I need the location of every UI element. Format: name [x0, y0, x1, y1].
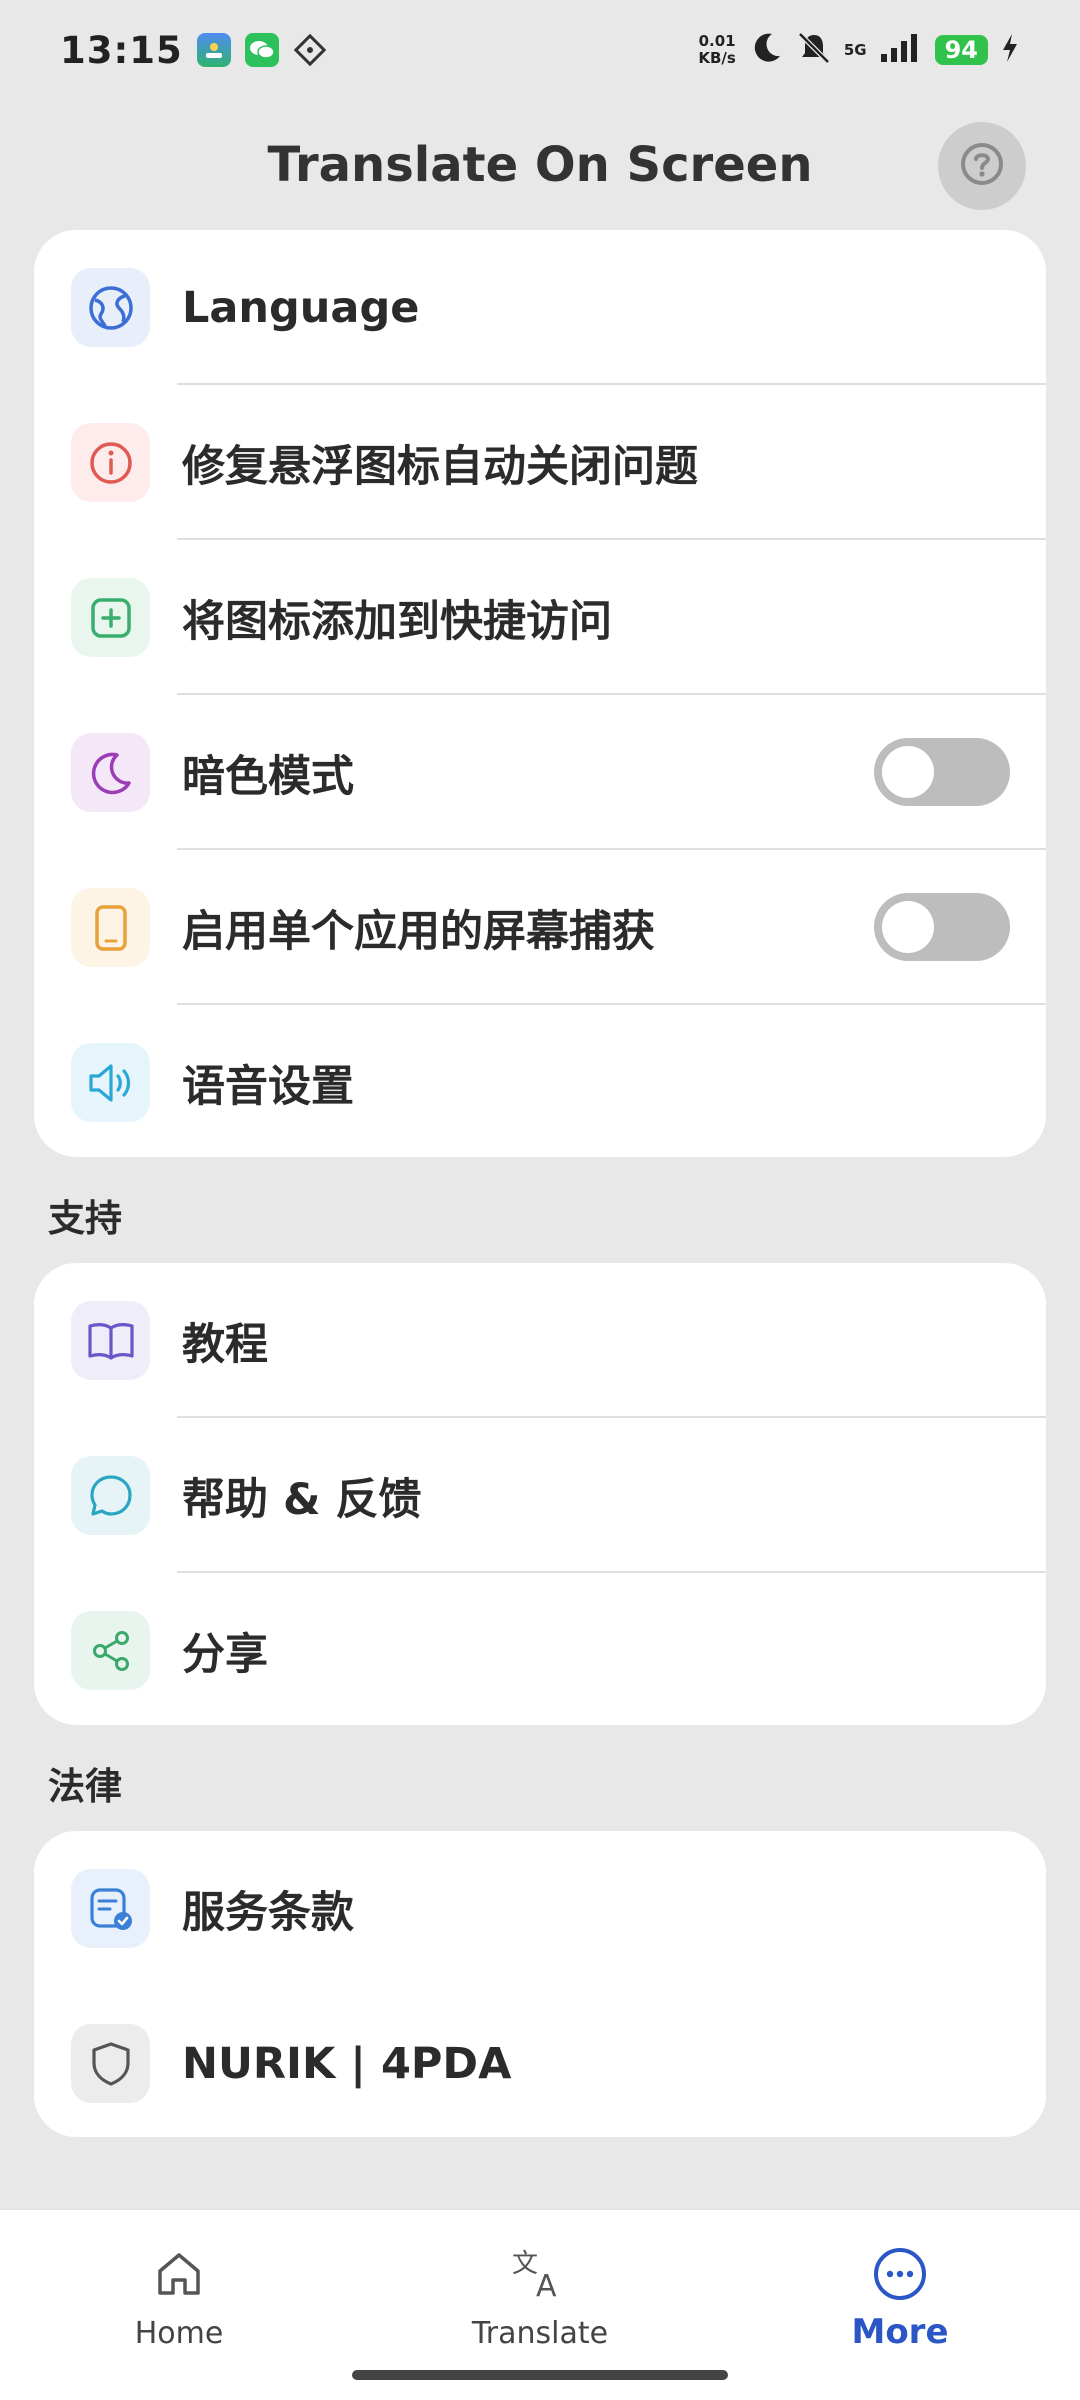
wechat-icon [244, 33, 279, 67]
support-section-title: 支持 [48, 1197, 122, 1240]
single-app-capture-toggle[interactable] [874, 893, 1010, 961]
single-app-capture-item[interactable]: 启用单个应用的屏幕捕获 [34, 850, 1046, 1005]
single-app-capture-label: 启用单个应用的屏幕捕获 [182, 906, 655, 957]
page-title: Translate On Screen [267, 137, 813, 193]
voice-settings-label: 语音设置 [182, 1061, 354, 1112]
language-item[interactable]: Language [34, 230, 1046, 385]
status-bar: 13:15 0.01 KB/s 5G 94 [0, 0, 1080, 100]
settings-card: Language 修复悬浮图标自动关闭问题 将图标添加到快捷访问 暗色模式 启用… [34, 230, 1046, 1157]
tutorial-item[interactable]: 教程 [34, 1263, 1046, 1418]
nav-more-label: More [851, 2312, 949, 2352]
share-icon [71, 1611, 150, 1690]
legal-section-title: 法律 [48, 1765, 122, 1808]
phone-icon [71, 888, 150, 967]
battery-level: 94 [934, 35, 988, 65]
signal-icon [879, 32, 923, 68]
globe-icon [71, 268, 150, 347]
help-button[interactable] [938, 122, 1026, 210]
moon-icon [71, 733, 150, 812]
nav-more[interactable]: More [770, 2210, 1030, 2400]
speaker-icon [71, 1043, 150, 1122]
network-type: 5G [843, 41, 867, 59]
legal-card: 服务条款 NURIK | 4PDA [34, 1831, 1046, 2137]
language-label: Language [182, 282, 420, 333]
svg-text:A: A [536, 2269, 557, 2302]
support-card: 教程 帮助 & 反馈 分享 [34, 1263, 1046, 1725]
add-square-icon [71, 578, 150, 657]
document-check-icon [71, 1869, 150, 1948]
grid-app-icon [293, 33, 327, 67]
share-item[interactable]: 分享 [34, 1573, 1046, 1725]
fix-floating-icon-label: 修复悬浮图标自动关闭问题 [182, 441, 698, 492]
add-shortcut-item[interactable]: 将图标添加到快捷访问 [34, 540, 1046, 695]
shield-icon [71, 2024, 150, 2103]
tutorial-label: 教程 [182, 1319, 268, 1370]
status-time: 13:15 [60, 28, 183, 72]
dark-mode-label: 暗色模式 [182, 751, 354, 802]
nav-home-label: Home [134, 2316, 224, 2351]
photo-app-icon [196, 33, 231, 67]
nurik-4pda-item[interactable]: NURIK | 4PDA [34, 1986, 1046, 2137]
nav-home[interactable]: Home [49, 2210, 309, 2400]
dark-mode-item[interactable]: 暗色模式 [34, 695, 1046, 850]
terms-of-service-label: 服务条款 [182, 1887, 354, 1938]
voice-settings-item[interactable]: 语音设置 [34, 1005, 1046, 1157]
translate-icon: 文A [508, 2242, 572, 2306]
help-feedback-label: 帮助 & 反馈 [182, 1474, 422, 1525]
charging-icon [1000, 32, 1020, 68]
chat-bubble-icon [71, 1456, 150, 1535]
help-circle-icon [958, 140, 1006, 192]
svg-text:文: 文 [512, 2249, 538, 2279]
add-shortcut-label: 将图标添加到快捷访问 [182, 596, 612, 647]
fix-floating-icon-item[interactable]: 修复悬浮图标自动关闭问题 [34, 385, 1046, 540]
home-indicator-bar [352, 2370, 728, 2380]
share-label: 分享 [182, 1629, 268, 1680]
dark-mode-toggle[interactable] [874, 738, 1010, 806]
info-icon [71, 423, 150, 502]
header: Translate On Screen [0, 100, 1080, 230]
more-circle-icon [868, 2242, 932, 2306]
moon-icon [748, 30, 784, 70]
bell-off-icon [796, 30, 832, 70]
nav-translate-label: Translate [471, 2316, 609, 2351]
nurik-4pda-label: NURIK | 4PDA [182, 2038, 512, 2089]
home-icon [147, 2242, 211, 2306]
network-speed: 0.01 KB/s [698, 32, 736, 67]
book-icon [71, 1301, 150, 1380]
help-feedback-item[interactable]: 帮助 & 反馈 [34, 1418, 1046, 1573]
terms-of-service-item[interactable]: 服务条款 [34, 1831, 1046, 1986]
